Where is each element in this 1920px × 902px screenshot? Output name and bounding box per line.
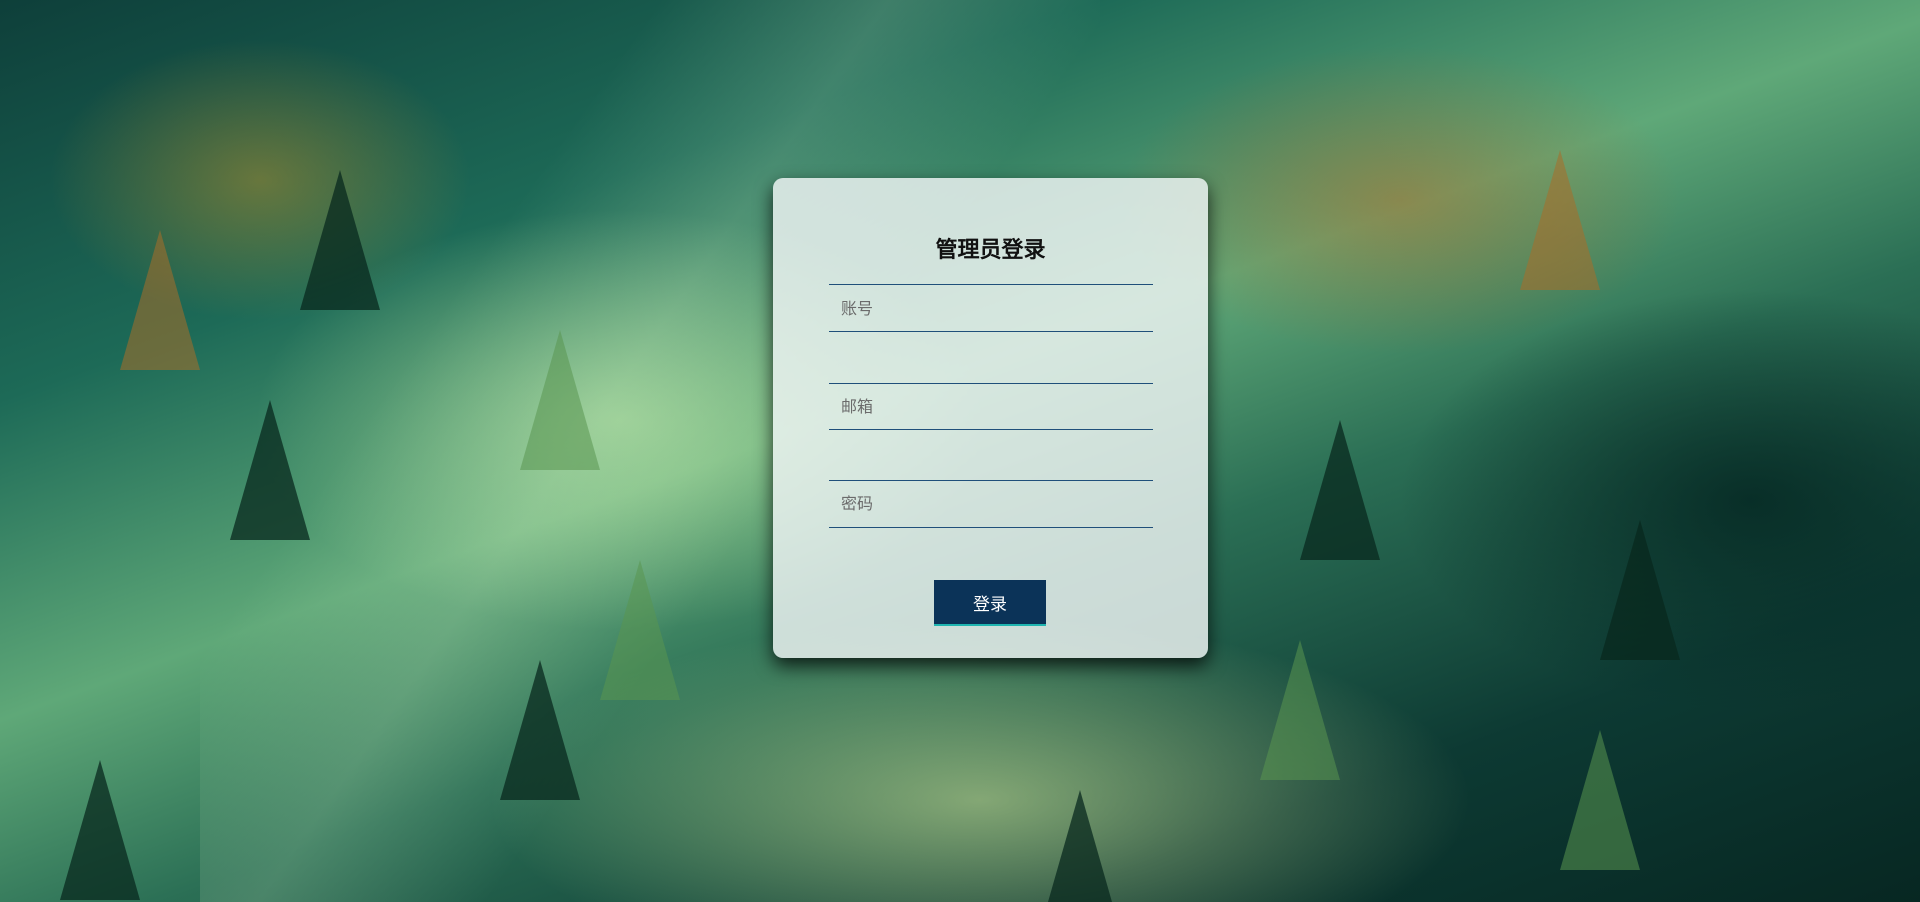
tree-shape [600,560,680,700]
login-card: 管理员登录 登录 [773,178,1208,658]
tree-shape [500,660,580,800]
tree-shape [1300,420,1380,560]
email-underline [829,429,1153,430]
tree-shape [60,760,140,900]
tree-shape [1520,150,1600,290]
account-underline [829,331,1153,332]
password-underline [829,527,1153,528]
tree-shape [1600,520,1680,660]
email-input[interactable] [829,384,1153,428]
login-button[interactable]: 登录 [934,580,1046,626]
tree-shape [520,330,600,470]
field-top-border [829,284,1153,285]
tree-shape [1260,640,1340,780]
tree-shape [1040,790,1120,902]
tree-shape [120,230,200,370]
tree-shape [300,170,380,310]
tree-shape [1560,730,1640,870]
tree-shape [230,400,310,540]
login-title: 管理员登录 [935,238,1046,263]
password-input[interactable] [829,481,1153,525]
account-input[interactable] [829,286,1153,330]
